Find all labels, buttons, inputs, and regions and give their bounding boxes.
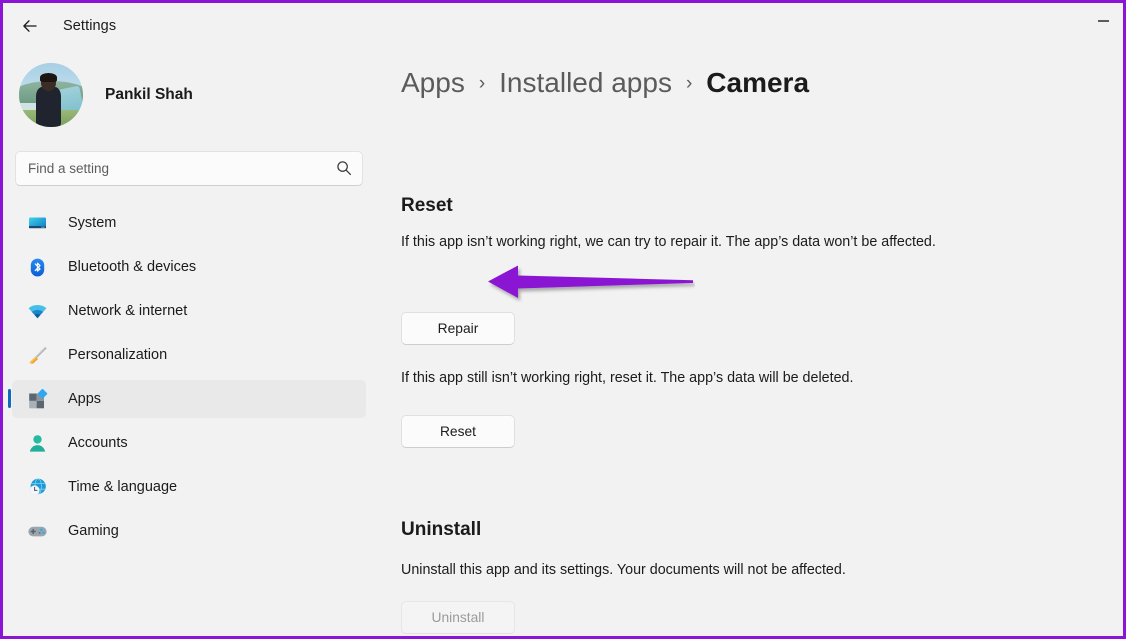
profile-name: Pankil Shah — [105, 86, 193, 103]
sidebar-item-label: Bluetooth & devices — [68, 259, 197, 275]
sidebar-item-label: Gaming — [68, 523, 119, 539]
window-title: Settings — [63, 18, 117, 34]
sidebar-item-label: Personalization — [68, 347, 168, 363]
sidebar-item-label: System — [68, 215, 117, 231]
sidebar-item-label: Time & language — [68, 479, 178, 495]
sidebar-item-apps[interactable]: Apps — [8, 380, 366, 418]
back-arrow-icon — [23, 20, 37, 32]
sidebar-item-accounts[interactable]: Accounts — [12, 424, 366, 462]
sidebar-item-time-language[interactable]: Time & language — [12, 468, 366, 506]
monitor-icon — [26, 212, 48, 234]
wifi-icon — [26, 300, 48, 322]
search-input[interactable] — [15, 151, 363, 186]
breadcrumb-item-installed-apps[interactable]: Installed apps — [499, 67, 672, 99]
globe-clock-icon — [26, 476, 48, 498]
person-icon — [26, 432, 48, 454]
title-bar: Settings — [3, 3, 1123, 49]
reset-button[interactable]: Reset — [401, 415, 515, 448]
reset-section-title: Reset — [401, 195, 453, 216]
sidebar-item-network-internet[interactable]: Network & internet — [12, 292, 366, 330]
sidebar-item-gaming[interactable]: Gaming — [12, 512, 366, 550]
gamepad-icon — [26, 520, 48, 542]
window-controls — [1080, 3, 1123, 37]
uninstall-section-title: Uninstall — [401, 519, 482, 540]
breadcrumb: Apps › Installed apps › Camera — [401, 67, 1123, 115]
search-box — [15, 151, 363, 186]
sidebar-nav: System Bluetooth & devices Network & int… — [3, 204, 375, 550]
avatar — [19, 63, 83, 127]
sidebar-item-label: Accounts — [68, 435, 128, 451]
sidebar-item-label: Apps — [68, 391, 102, 407]
sidebar-item-system[interactable]: System — [12, 204, 366, 242]
breadcrumb-separator: › — [478, 73, 486, 94]
user-profile[interactable]: Pankil Shah — [19, 63, 375, 127]
sidebar: Pankil Shah Find a setting System Blueto… — [3, 49, 375, 636]
repair-description: If this app isn’t working right, we can … — [401, 234, 936, 250]
sidebar-item-label: Network & internet — [68, 303, 188, 319]
breadcrumb-separator: › — [685, 73, 693, 94]
breadcrumb-item-apps[interactable]: Apps — [401, 67, 465, 99]
minimize-button[interactable] — [1080, 3, 1123, 37]
settings-window: Settings Pankil Shah Find a setting Syst… — [0, 0, 1126, 639]
paintbrush-icon — [26, 344, 48, 366]
sidebar-item-bluetooth-devices[interactable]: Bluetooth & devices — [12, 248, 366, 286]
apps-squares-icon — [26, 388, 48, 410]
sidebar-item-personalization[interactable]: Personalization — [12, 336, 366, 374]
uninstall-button[interactable]: Uninstall — [401, 601, 515, 634]
bluetooth-icon — [26, 256, 48, 278]
back-button[interactable] — [10, 11, 50, 41]
repair-button[interactable]: Repair — [401, 312, 515, 345]
minimize-icon — [1097, 20, 1109, 22]
breadcrumb-item-camera: Camera — [706, 67, 810, 98]
uninstall-description: Uninstall this app and its settings. You… — [401, 562, 846, 578]
reset-description: If this app still isn’t working right, r… — [401, 370, 854, 386]
